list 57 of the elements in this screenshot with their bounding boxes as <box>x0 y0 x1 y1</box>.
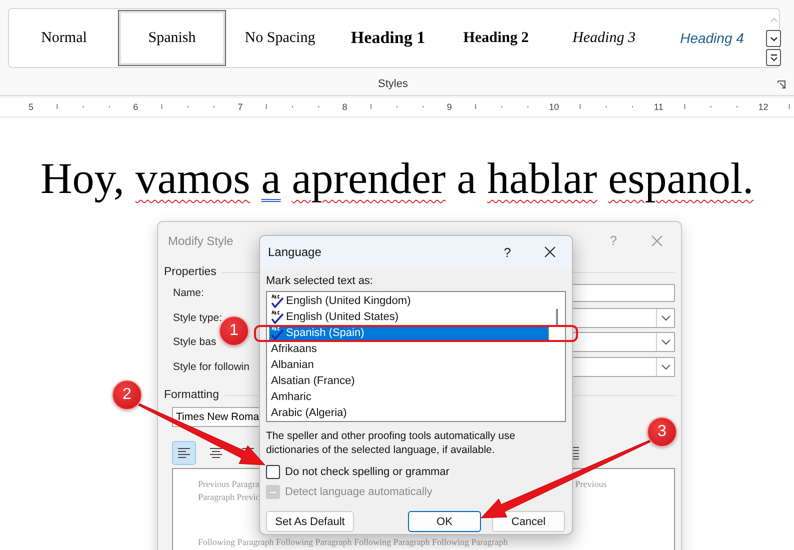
preview-text: Previous Paragra <box>198 479 260 491</box>
ruler-number: 6 <box>133 102 138 112</box>
chevron-down-icon <box>768 34 778 42</box>
dialog-button[interactable]: Cancel <box>492 511 565 532</box>
ruler-number: 8 <box>342 102 348 112</box>
scrollbar-thumb[interactable] <box>556 309 558 325</box>
style-option[interactable]: Heading 2 <box>442 10 550 66</box>
style-option[interactable]: No Spacing <box>226 10 334 66</box>
style-option[interactable]: Heading 3 <box>550 10 658 66</box>
style-option[interactable]: Spanish <box>118 10 226 66</box>
section-label: Properties <box>164 266 216 278</box>
step-badge: 2 <box>112 380 142 410</box>
list-label: Mark selected text as: <box>266 274 374 289</box>
field-label: Style for followin <box>173 360 250 373</box>
style-option[interactable]: Heading 1 <box>334 10 442 66</box>
checkbox[interactable] <box>266 465 280 479</box>
style-option[interactable]: Heading 4 <box>658 10 766 66</box>
expand-icon <box>768 52 778 62</box>
language-item[interactable]: Amharic <box>269 389 549 405</box>
note-text: The speller and other proofing tools automatically use dictionaries of the selected language, if available. <box>266 429 516 457</box>
checkbox-label: Do not check spelling or grammar <box>285 466 450 478</box>
field-label: Style bas <box>173 336 216 348</box>
section-label: Formatting <box>164 389 219 401</box>
dialog-button[interactable]: OK <box>408 511 481 532</box>
checkbox-label: Detect language automatically <box>285 486 432 498</box>
ruler-number: 10 <box>549 102 559 112</box>
ruler-number: 9 <box>446 102 452 112</box>
language-item[interactable]: English (United Kingdom) <box>269 293 549 309</box>
help-button[interactable]: ? <box>504 244 511 260</box>
document-sentence: Hoy, vamos a aprender a hablar espanol. <box>39 153 755 204</box>
ruler-number: 7 <box>238 102 243 112</box>
style-option[interactable]: Normal <box>10 10 118 66</box>
language-item[interactable]: Afrikaans <box>269 341 549 357</box>
more-styles-button[interactable] <box>766 49 781 66</box>
language-item[interactable]: Arabic (Algeria) <box>269 405 549 421</box>
align-button[interactable] <box>172 441 196 465</box>
scroll-down-button[interactable] <box>766 30 781 47</box>
chevron-down-icon <box>660 339 670 346</box>
dialog-launcher-icon[interactable] <box>777 80 786 89</box>
chevron-down-icon <box>660 364 670 370</box>
ruler-number: 11 <box>654 102 664 112</box>
language-item[interactable]: English (United States) <box>269 309 549 325</box>
dialog-title: Language <box>268 245 322 259</box>
preview-text: Previous <box>575 479 607 491</box>
chevron-down-icon <box>660 314 670 321</box>
dialog-title: Modify Style <box>168 234 234 248</box>
ruler-number: 5 <box>28 102 34 112</box>
align-center-icon <box>209 447 223 459</box>
dialog-button[interactable]: Set As Default <box>266 511 354 532</box>
align-left-icon <box>177 447 191 459</box>
language-item[interactable]: Alsatian (France) <box>269 373 549 389</box>
close-icon[interactable] <box>544 246 556 258</box>
field-label: Name: <box>173 287 204 300</box>
language-item[interactable]: Albanian <box>269 357 549 373</box>
group-label: Styles <box>378 78 408 90</box>
preview-text: Following Paragraph Following Paragraph Following Paragraph Following Paragraph <box>198 537 508 547</box>
ruler-number: 12 <box>758 102 768 112</box>
